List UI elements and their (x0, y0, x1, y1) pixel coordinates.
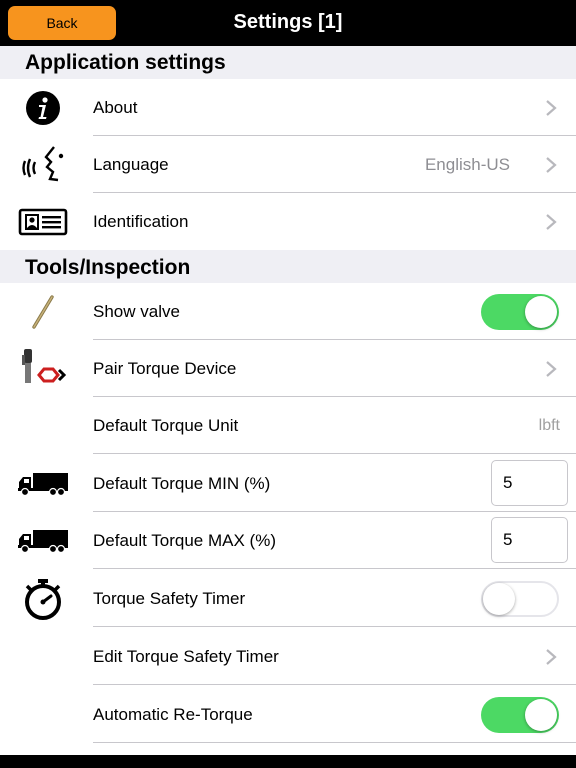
row-default-torque-max: Default Torque MAX (%) 5 (0, 512, 576, 569)
truck-icon (14, 462, 72, 506)
edit-torque-safety-timer-label: Edit Torque Safety Timer (93, 647, 279, 666)
separator (93, 742, 576, 743)
row-identification[interactable]: Identification (0, 193, 576, 250)
row-pair-torque-device[interactable]: Pair Torque Device (0, 340, 576, 397)
default-torque-unit-label: Default Torque Unit (93, 416, 239, 435)
torque-safety-timer-label: Torque Safety Timer (93, 589, 246, 608)
torque-device-icon (14, 347, 72, 391)
automatic-re-torque-toggle[interactable] (481, 697, 559, 733)
separator (93, 568, 576, 569)
default-torque-max-label: Default Torque MAX (%) (93, 531, 276, 550)
automatic-re-torque-label: Automatic Re-Torque (93, 705, 253, 724)
show-valve-label: Show valve (93, 302, 180, 321)
row-automatic-re-torque: Automatic Re-Torque (0, 686, 576, 743)
id-card-icon (14, 200, 72, 244)
torque-min-input[interactable]: 5 (491, 460, 568, 506)
row-torque-safety-timer: Torque Safety Timer (0, 570, 576, 627)
section-header-application: Application settings (0, 46, 576, 79)
navigation-bar: Back Settings [1] (0, 0, 576, 46)
default-torque-unit-value: lbft (538, 417, 560, 434)
row-edit-torque-safety-timer[interactable]: Edit Torque Safety Timer (0, 628, 576, 685)
separator (93, 626, 576, 627)
truck-icon (14, 519, 72, 563)
language-label: Language (93, 155, 169, 174)
chevron-right-icon (546, 157, 557, 173)
row-default-torque-min: Default Torque MIN (%) 5 (0, 455, 576, 512)
back-button[interactable]: Back (8, 6, 116, 40)
valve-stem-icon (14, 290, 72, 334)
info-icon (14, 86, 72, 130)
chevron-right-icon (546, 361, 557, 377)
row-language[interactable]: Language English-US (0, 136, 576, 193)
stopwatch-icon (14, 577, 72, 621)
language-value: English-US (424, 155, 510, 174)
bottom-bar (0, 755, 576, 768)
about-label: About (93, 98, 138, 117)
pair-torque-device-label: Pair Torque Device (93, 359, 237, 378)
torque-max-input[interactable]: 5 (491, 517, 568, 563)
default-torque-min-label: Default Torque MIN (%) (93, 474, 271, 493)
separator (93, 453, 576, 454)
voice-icon (14, 143, 72, 187)
row-about[interactable]: About (0, 79, 576, 136)
identification-label: Identification (93, 212, 189, 231)
chevron-right-icon (546, 649, 557, 665)
chevron-right-icon (546, 100, 557, 116)
section-header-tools: Tools/Inspection (0, 250, 576, 283)
show-valve-toggle[interactable] (481, 294, 559, 330)
row-show-valve: Show valve (0, 283, 576, 340)
chevron-right-icon (546, 214, 557, 230)
separator (93, 684, 576, 685)
row-default-torque-unit[interactable]: Default Torque Unit lbft (0, 397, 576, 454)
torque-safety-timer-toggle[interactable] (481, 581, 559, 617)
